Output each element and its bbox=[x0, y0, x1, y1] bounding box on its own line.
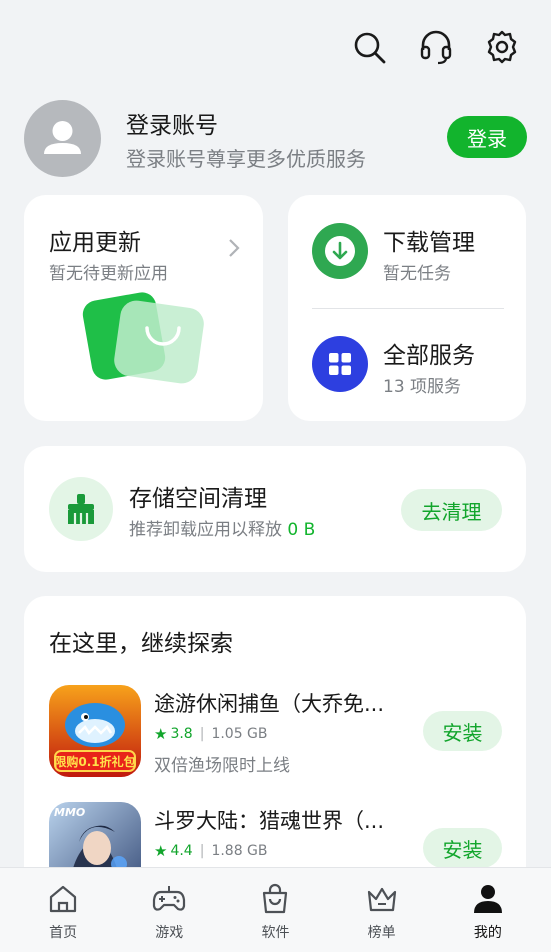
nav-label: 软件 bbox=[261, 925, 290, 941]
broom-icon bbox=[49, 477, 113, 541]
app-meta: ★ 3.8 | 1.05 GB bbox=[154, 725, 268, 743]
person-icon bbox=[473, 885, 502, 913]
crown-icon bbox=[367, 887, 396, 912]
all-services-title: 全部服务 bbox=[383, 343, 475, 369]
nav-mine[interactable]: 我的 bbox=[443, 868, 533, 952]
settings-icon[interactable] bbox=[485, 28, 519, 66]
download-manager-title: 下载管理 bbox=[383, 230, 475, 256]
all-services[interactable]: 全部服务 13 项服务 bbox=[288, 308, 526, 421]
app-description: 双倍渔场限时上线 bbox=[154, 756, 290, 776]
nav-label: 榜单 bbox=[367, 925, 396, 941]
headset-icon[interactable] bbox=[419, 28, 453, 66]
manage-card: 下载管理 暂无任务 全部服务 13 项服务 bbox=[288, 195, 526, 421]
install-button[interactable]: 安装 bbox=[423, 711, 502, 751]
explore-title: 在这里，继续探索 bbox=[49, 631, 233, 657]
star-icon: ★ bbox=[154, 842, 168, 860]
download-manager-subtitle: 暂无任务 bbox=[383, 264, 451, 284]
gamepad-icon bbox=[153, 886, 186, 911]
fishing-game-icon: 限购0.1折礼包 bbox=[49, 685, 141, 777]
bag-icon bbox=[263, 883, 288, 914]
install-button[interactable]: 安装 bbox=[423, 828, 502, 868]
avatar[interactable] bbox=[24, 100, 101, 177]
account-section[interactable]: 登录账号 登录账号尊享更多优质服务 登录 bbox=[24, 100, 527, 180]
app-update-title: 应用更新 bbox=[49, 230, 141, 256]
nav-label: 首页 bbox=[49, 925, 78, 941]
freeable-size: 0 B bbox=[287, 520, 316, 540]
explore-card: 在这里，继续探索 限购0.1折礼包 途游休闲捕鱼（大乔免... ★ 3.8 | … bbox=[24, 596, 526, 896]
app-size: 1.88 GB bbox=[211, 843, 268, 859]
app-icon-badge: MMO bbox=[54, 806, 85, 819]
nav-rankings[interactable]: 榜单 bbox=[337, 868, 427, 952]
all-services-subtitle: 13 项服务 bbox=[383, 377, 462, 397]
app-name: 途游休闲捕鱼（大乔免... bbox=[154, 692, 385, 716]
home-icon bbox=[49, 885, 77, 913]
app-update-illustration-icon bbox=[82, 292, 204, 384]
grid-icon bbox=[312, 336, 368, 392]
download-icon bbox=[312, 223, 368, 279]
search-icon[interactable] bbox=[353, 28, 387, 66]
app-meta: ★ 4.4 | 1.88 GB bbox=[154, 842, 268, 860]
app-update-card[interactable]: 应用更新 暂无待更新应用 bbox=[24, 195, 263, 421]
app-name: 斗罗大陆：猎魂世界（... bbox=[154, 809, 385, 833]
nav-games[interactable]: 游戏 bbox=[124, 868, 214, 952]
meta-separator: | bbox=[199, 843, 205, 859]
nav-label: 游戏 bbox=[155, 925, 184, 941]
bottom-nav: 首页 游戏 软件 榜单 我的 bbox=[0, 867, 551, 952]
account-subtitle: 登录账号尊享更多优质服务 bbox=[126, 147, 366, 171]
chevron-right-icon bbox=[229, 239, 240, 257]
app-rating: 4.4 bbox=[170, 843, 193, 859]
top-toolbar bbox=[353, 28, 519, 66]
app-rating: 3.8 bbox=[170, 726, 193, 742]
meta-separator: | bbox=[199, 726, 205, 742]
storage-clean-subtitle: 推荐卸载应用以释放 0 B bbox=[129, 515, 315, 540]
list-item[interactable]: 限购0.1折礼包 途游休闲捕鱼（大乔免... ★ 3.8 | 1.05 GB 双… bbox=[24, 685, 526, 785]
storage-clean-prompt: 推荐卸载应用以释放 bbox=[129, 520, 282, 540]
nav-label: 我的 bbox=[473, 925, 502, 941]
nav-software[interactable]: 软件 bbox=[230, 868, 320, 952]
storage-clean-title: 存储空间清理 bbox=[129, 486, 267, 512]
star-icon: ★ bbox=[154, 725, 168, 743]
app-update-subtitle: 暂无待更新应用 bbox=[49, 264, 168, 284]
download-manager[interactable]: 下载管理 暂无任务 bbox=[288, 195, 526, 308]
clean-button[interactable]: 去清理 bbox=[401, 489, 502, 531]
nav-home[interactable]: 首页 bbox=[18, 868, 108, 952]
storage-clean-card[interactable]: 存储空间清理 推荐卸载应用以释放 0 B 去清理 bbox=[24, 446, 526, 572]
account-title: 登录账号 bbox=[126, 113, 218, 139]
login-button[interactable]: 登录 bbox=[447, 116, 527, 158]
app-size: 1.05 GB bbox=[211, 726, 268, 742]
app-icon-badge: 限购0.1折礼包 bbox=[54, 754, 135, 769]
